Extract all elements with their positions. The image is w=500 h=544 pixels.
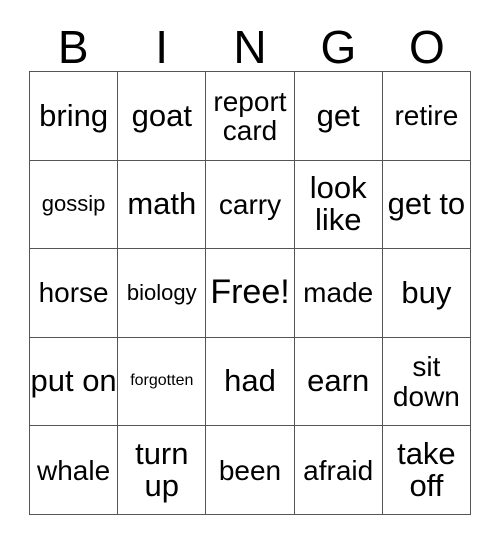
bingo-cell[interactable]: gossip bbox=[30, 160, 119, 250]
bingo-cell[interactable]: had bbox=[206, 337, 295, 427]
bingo-header-letter-n: N bbox=[233, 21, 267, 73]
bingo-header-letter-b: B bbox=[57, 21, 89, 73]
bingo-cell[interactable]: horse bbox=[30, 249, 119, 338]
bingo-cell[interactable]: goat bbox=[118, 72, 207, 161]
bingo-cell-label: afraid bbox=[303, 454, 374, 486]
bingo-cell[interactable]: made bbox=[294, 249, 383, 338]
bingo-header-letter-o: O bbox=[408, 21, 445, 73]
bingo-cell[interactable]: get to bbox=[382, 160, 471, 250]
bingo-cell-label: biology bbox=[126, 279, 197, 305]
bingo-grid: bring goat report card get retire gossip… bbox=[29, 71, 471, 515]
bingo-cell-label: horse bbox=[38, 277, 109, 309]
bingo-cell[interactable]: put on bbox=[30, 337, 119, 427]
bingo-cell[interactable]: whale bbox=[30, 426, 119, 515]
bingo-cell[interactable]: earn bbox=[294, 337, 383, 427]
bingo-cell[interactable]: been bbox=[206, 426, 295, 515]
bingo-cell[interactable]: afraid bbox=[294, 426, 383, 515]
bingo-cell[interactable]: retire bbox=[382, 72, 471, 161]
bingo-cell-free-space[interactable]: Free! bbox=[206, 249, 295, 338]
bingo-cell-label: whale bbox=[37, 454, 111, 486]
bingo-cell[interactable]: look like bbox=[294, 160, 383, 250]
bingo-cell-label: put on bbox=[30, 363, 117, 399]
bingo-header-letter-i: I bbox=[155, 21, 168, 73]
bingo-cell-label: look like bbox=[309, 170, 367, 238]
bingo-cell-label: carry bbox=[218, 188, 282, 220]
bingo-cell[interactable]: sit down bbox=[382, 337, 471, 427]
bingo-cell-label: been bbox=[218, 454, 282, 486]
bingo-cell-label: sit down bbox=[392, 351, 460, 412]
bingo-cell[interactable]: turn up bbox=[118, 426, 207, 515]
bingo-cell-label: math bbox=[127, 186, 197, 222]
bingo-cell-label: get to bbox=[387, 186, 466, 222]
bingo-cell[interactable]: buy bbox=[382, 249, 471, 338]
bingo-cell[interactable]: biology bbox=[118, 249, 207, 338]
bingo-cell[interactable]: bring bbox=[30, 72, 119, 161]
bingo-cell[interactable]: carry bbox=[206, 160, 295, 250]
bingo-cell-label: get bbox=[316, 97, 360, 133]
bingo-cell[interactable]: report card bbox=[206, 72, 295, 161]
bingo-header-letter-g: G bbox=[320, 21, 357, 73]
bingo-cell-label: Free! bbox=[210, 273, 290, 312]
bingo-cell-label: had bbox=[224, 363, 276, 399]
bingo-cell-label: earn bbox=[307, 363, 370, 399]
bingo-cell[interactable]: forgotten bbox=[118, 337, 207, 427]
bingo-cell-label: retire bbox=[394, 100, 459, 132]
bingo-cell-label: buy bbox=[401, 274, 452, 310]
bingo-cell-label: forgotten bbox=[130, 372, 194, 390]
bingo-cell[interactable]: take off bbox=[382, 426, 471, 515]
bingo-cell-label: turn up bbox=[135, 435, 189, 504]
bingo-cell-label: gossip bbox=[41, 190, 106, 216]
bingo-cell-label: take off bbox=[397, 435, 456, 504]
bingo-header-row: B I N G O bbox=[29, 18, 471, 70]
bingo-cell-label: goat bbox=[131, 97, 192, 133]
bingo-cell[interactable]: get bbox=[294, 72, 383, 161]
bingo-cell-label: made bbox=[303, 277, 374, 309]
bingo-cell-label: bring bbox=[39, 97, 109, 133]
bingo-cell-label: report card bbox=[213, 85, 287, 146]
bingo-card: B I N G O bring goat report card get ret… bbox=[0, 0, 500, 544]
bingo-cell[interactable]: math bbox=[118, 160, 207, 250]
